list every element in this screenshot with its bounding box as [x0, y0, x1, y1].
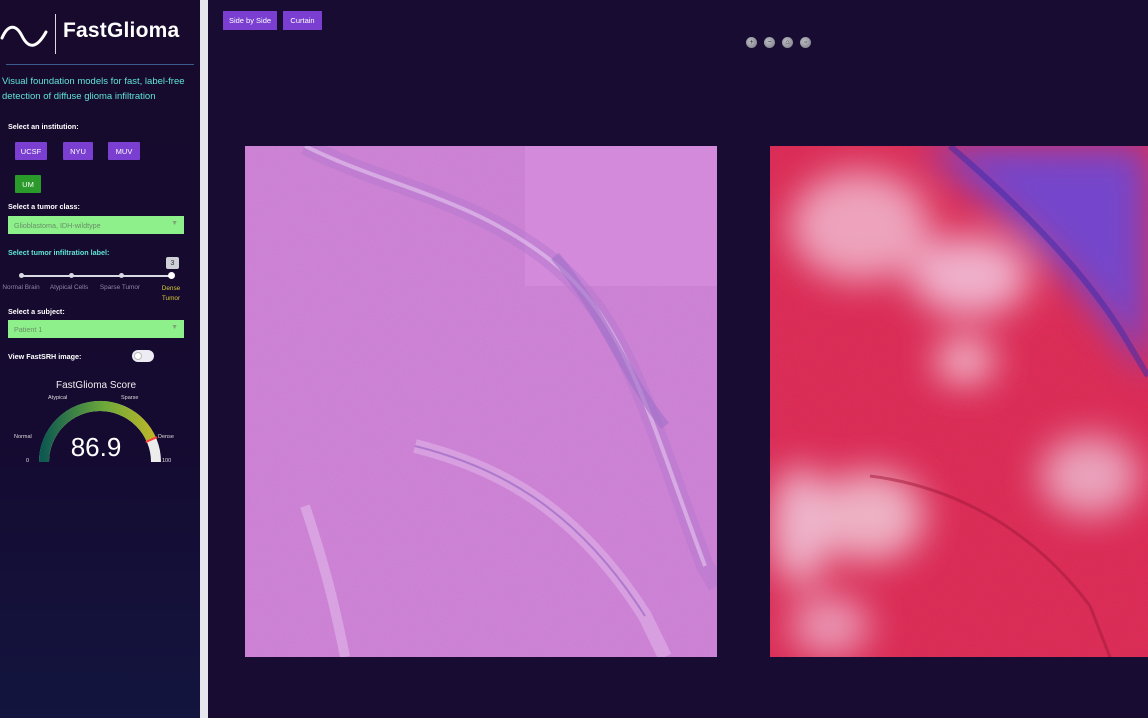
subject-label: Select a subject:: [8, 307, 65, 316]
score-value: 86.9: [70, 432, 122, 462]
slider-step-dot[interactable]: [69, 273, 74, 278]
slider-step-dot[interactable]: [119, 273, 124, 278]
gauge-label-normal: Normal: [14, 434, 32, 440]
gauge-label-dense: Dense: [158, 434, 174, 440]
tumor-class-value: Glioblastoma, IDH-wildtype: [14, 220, 101, 230]
fastsrh-toggle[interactable]: [132, 350, 154, 362]
fullscreen-icon[interactable]: ▫: [800, 37, 811, 48]
tagline: Visual foundation models for fast, label…: [2, 76, 185, 102]
side-by-side-button[interactable]: Side by Side: [223, 11, 277, 30]
tumor-class-label: Select a tumor class:: [8, 202, 80, 211]
curtain-button[interactable]: Curtain: [283, 11, 322, 30]
subject-value: Patient 1: [14, 324, 43, 334]
sidebar: FastGlioma Visual foundation models for …: [0, 0, 200, 718]
heatmap-overlay: [770, 146, 1148, 657]
brand-name: FastGlioma: [63, 19, 180, 42]
institution-label: Select an institution:: [8, 122, 79, 131]
subject-dropdown[interactable]: Patient 1 ▼: [8, 320, 184, 338]
srh-image[interactable]: [245, 146, 717, 657]
chevron-down-icon: ▼: [171, 220, 178, 227]
slider-mark-label: Normal Brain: [2, 284, 40, 291]
logo-separator: [55, 14, 56, 54]
slider-tooltip: 3: [166, 257, 179, 269]
brand-divider: [6, 64, 194, 65]
zoom-out-icon[interactable]: −: [764, 37, 775, 48]
slider-mark-label: Atypical Cells: [49, 284, 89, 291]
wave-logo-icon: [0, 25, 48, 47]
institution-button-nyu[interactable]: NYU: [63, 142, 93, 160]
logo: FastGlioma: [0, 10, 200, 56]
institution-button-muv[interactable]: MUV: [108, 142, 140, 160]
gauge-label-sparse: Sparse: [121, 395, 139, 401]
slider-step-dot[interactable]: [19, 273, 24, 278]
gauge-label-min: 0: [26, 458, 30, 464]
institution-button-um[interactable]: UM: [15, 175, 41, 193]
institution-button-ucsf[interactable]: UCSF: [15, 142, 47, 160]
gauge-title: FastGlioma Score: [55, 380, 137, 391]
infiltration-slider-track[interactable]: [20, 275, 172, 277]
gauge-label-atypical: Atypical: [48, 395, 68, 401]
tumor-class-dropdown[interactable]: Glioblastoma, IDH-wildtype ▼: [8, 216, 184, 234]
home-icon[interactable]: ⌂: [782, 37, 793, 48]
toggle-knob: [134, 352, 142, 360]
srh-tissue: [245, 146, 717, 657]
sidebar-divider[interactable]: [200, 0, 208, 718]
fastsrh-toggle-label: View FastSRH image:: [8, 352, 82, 361]
slider-mark-label: Dense Tumor: [161, 285, 181, 302]
chevron-down-icon: ▼: [171, 324, 178, 331]
heatmap-image[interactable]: [770, 146, 1148, 657]
infiltration-slider-handle[interactable]: [168, 272, 175, 279]
viewer-area: Side by Side Curtain + − ⌂ ▫: [208, 0, 1148, 718]
slider-mark-label: Sparse Tumor: [99, 284, 141, 291]
infiltration-label: Select tumor infiltration label:: [8, 248, 110, 257]
zoom-in-icon[interactable]: +: [746, 37, 757, 48]
gauge-label-max: 100: [162, 458, 172, 464]
